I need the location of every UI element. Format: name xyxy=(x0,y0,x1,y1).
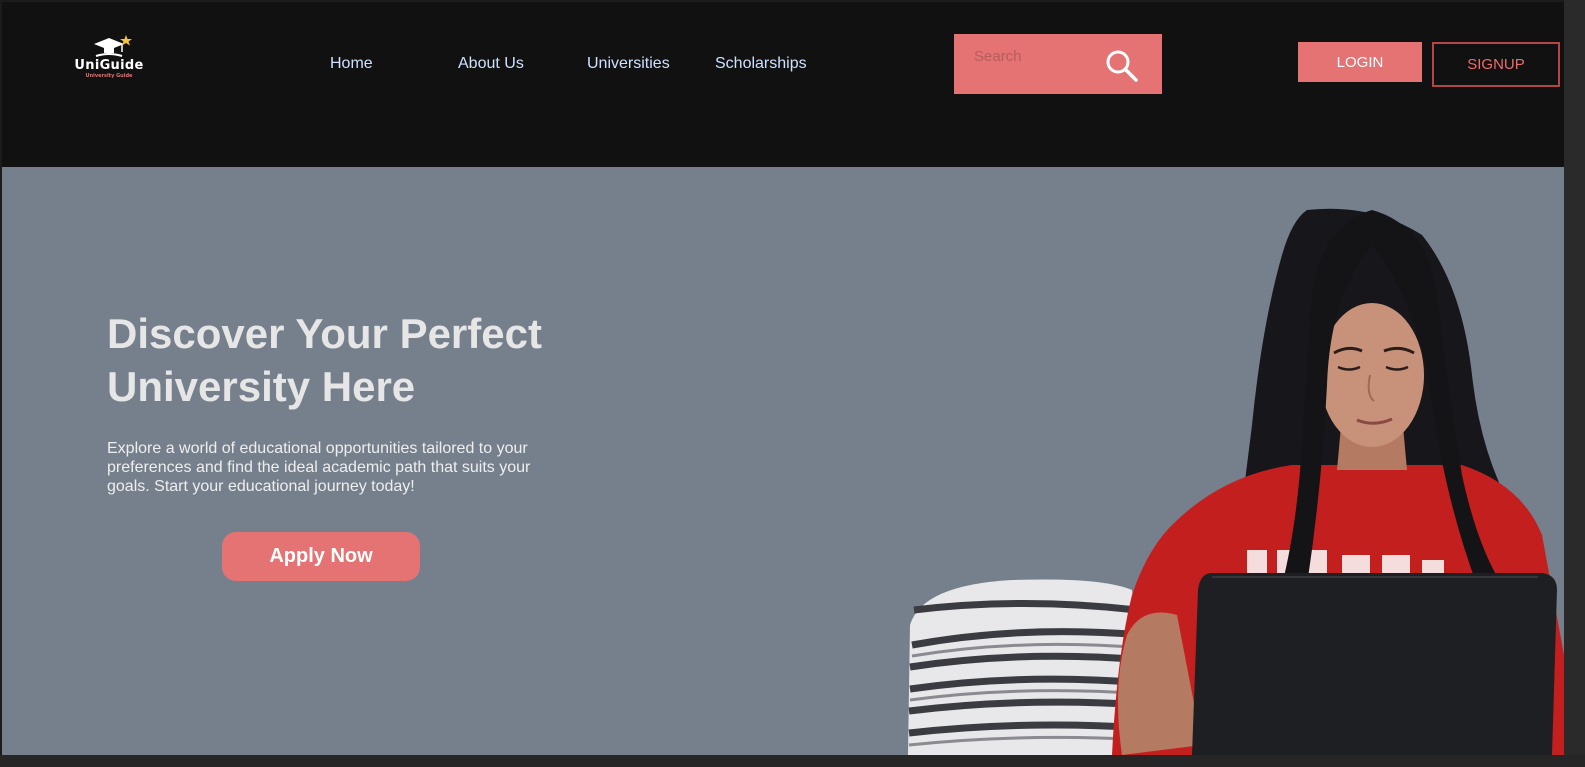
apply-now-button[interactable]: Apply Now xyxy=(222,532,420,581)
nav-link-universities[interactable]: Universities xyxy=(587,55,670,73)
top-navbar: UniGuide University Guide Home About Us … xyxy=(2,2,1564,167)
nav-link-about-us[interactable]: About Us xyxy=(458,55,524,73)
bottom-edge-strip xyxy=(0,755,1585,767)
nav-link-home[interactable]: Home xyxy=(330,55,373,73)
hero-title: Discover Your Perfect University Here xyxy=(107,310,542,410)
signup-button[interactable]: SIGNUP xyxy=(1432,42,1560,87)
nav-link-scholarships[interactable]: Scholarships xyxy=(715,55,807,73)
hero-description: Explore a world of educational opportuni… xyxy=(107,440,531,495)
student-with-laptop-image xyxy=(908,208,1564,755)
brand-name: UniGuide xyxy=(74,58,144,73)
search-input[interactable] xyxy=(972,42,1096,70)
brand-logo[interactable]: UniGuide University Guide xyxy=(64,32,154,82)
page-frame: UniGuide University Guide Home About Us … xyxy=(0,0,1585,767)
right-edge-strip xyxy=(1564,0,1585,767)
hero-section: Discover Your Perfect University Here Ex… xyxy=(2,167,1564,755)
search-icon[interactable] xyxy=(1104,48,1140,84)
brand-tagline: University Guide xyxy=(85,73,133,79)
login-button[interactable]: LOGIN xyxy=(1298,42,1422,82)
